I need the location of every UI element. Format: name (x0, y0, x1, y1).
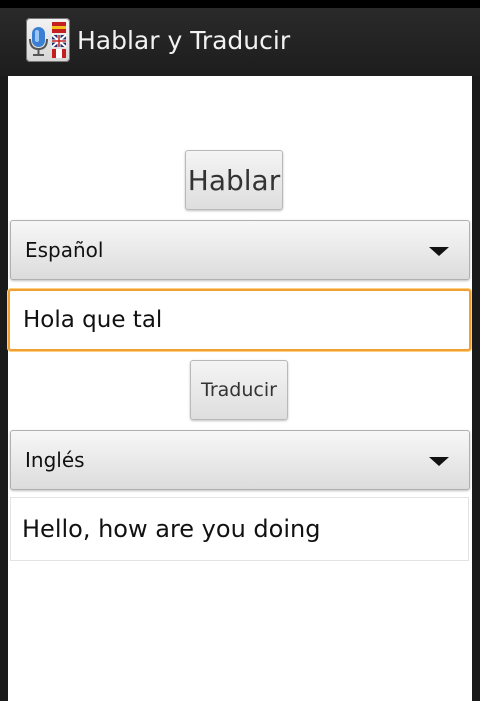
microphone-flags-icon (29, 22, 67, 58)
status-bar (0, 0, 480, 8)
source-language-value: Español (25, 238, 104, 262)
translation-text: Hello, how are you doing (22, 515, 321, 543)
main-content: Hablar Español Traducir Inglés Hello, ho… (8, 76, 472, 701)
translation-output: Hello, how are you doing (10, 497, 469, 561)
dropdown-arrow-icon (429, 247, 449, 256)
translate-button[interactable]: Traducir (190, 360, 288, 420)
app-title: Hablar y Traducir (77, 26, 291, 55)
dropdown-arrow-icon (429, 457, 449, 466)
target-language-dropdown[interactable]: Inglés (10, 430, 470, 490)
title-bar: Hablar y Traducir (0, 8, 480, 76)
app-icon (26, 18, 70, 62)
source-language-dropdown[interactable]: Español (10, 220, 470, 280)
speak-button[interactable]: Hablar (185, 150, 283, 210)
source-text-input[interactable] (8, 289, 471, 351)
target-language-value: Inglés (25, 448, 85, 472)
